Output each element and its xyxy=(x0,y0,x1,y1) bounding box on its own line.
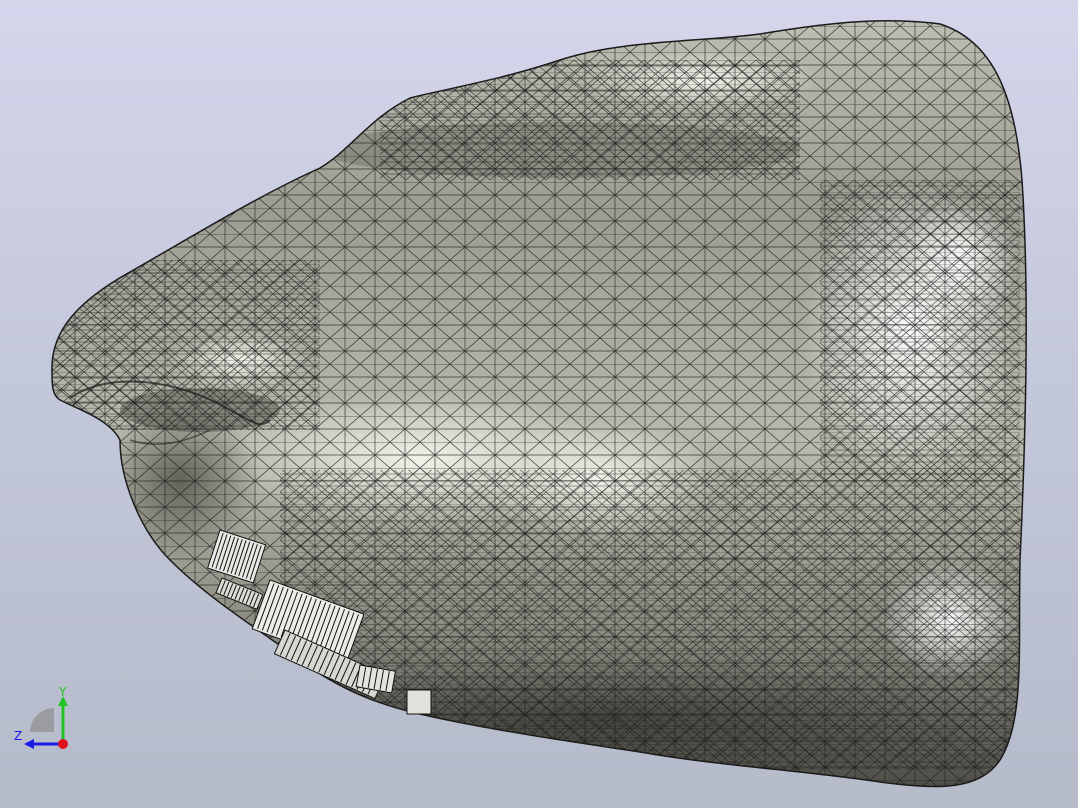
mesh-body[interactable] xyxy=(0,0,1078,808)
3d-viewport[interactable]: Y Z xyxy=(0,0,1078,808)
axis-quadrant xyxy=(30,708,54,732)
x-axis-dot xyxy=(58,739,68,749)
y-axis-label: Y xyxy=(58,685,67,699)
z-axis-arrow xyxy=(24,739,34,749)
axis-triad: Y Z xyxy=(14,685,68,749)
mesh-model[interactable] xyxy=(0,0,1078,808)
small-tooth-block[interactable] xyxy=(406,689,432,715)
z-axis-label: Z xyxy=(14,729,22,743)
